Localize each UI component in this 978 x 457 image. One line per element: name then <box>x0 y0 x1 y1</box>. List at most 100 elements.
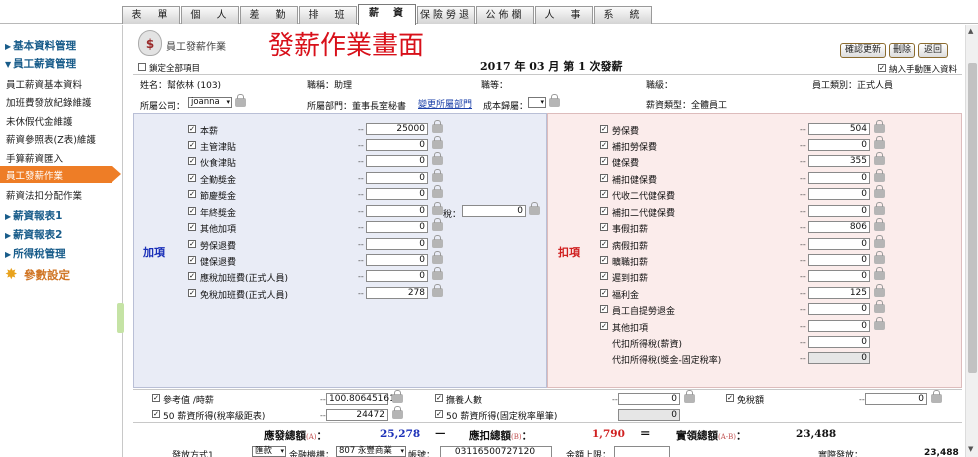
tab-insurance[interactable]: 保險勞退 <box>417 6 475 24</box>
lock-icon[interactable] <box>432 235 443 248</box>
add-item-checkbox[interactable]: ✓ <box>188 157 196 165</box>
add-item-checkbox[interactable]: ✓ <box>188 272 196 280</box>
lock-icon[interactable] <box>874 251 885 264</box>
lock-icon[interactable] <box>874 202 885 215</box>
add-item-input[interactable]: 25000 <box>366 123 428 135</box>
ded-item-checkbox[interactable]: ✓ <box>600 256 608 264</box>
lock-icon[interactable] <box>874 152 885 165</box>
lock-icon[interactable] <box>432 120 443 133</box>
company-select[interactable]: joanna <box>188 97 232 108</box>
sidebar-item-params[interactable]: 參數設定 <box>24 267 70 283</box>
ded-item-input[interactable]: 355 <box>808 155 870 167</box>
sidebar-item-overtime[interactable]: 加班費發放紀錄維護 <box>6 95 92 109</box>
ded-item-input[interactable]: 0 <box>808 205 870 217</box>
lock-icon[interactable] <box>392 390 403 403</box>
ded-item-input[interactable]: 0 <box>808 254 870 266</box>
scroll-up-icon[interactable]: ▲ <box>968 27 973 35</box>
year-end-tax-input[interactable]: 0 <box>462 205 526 217</box>
add-item-checkbox[interactable]: ✓ <box>188 207 196 215</box>
add-item-input[interactable]: 0 <box>366 205 428 217</box>
lock-icon[interactable] <box>549 94 560 107</box>
back-button[interactable]: 返回 <box>918 43 948 58</box>
lock-icon[interactable] <box>931 390 942 403</box>
lock-icon[interactable] <box>874 136 885 149</box>
lock-icon[interactable] <box>684 390 695 403</box>
lock-icon[interactable] <box>874 185 885 198</box>
sidebar-collapse-handle[interactable] <box>117 303 124 333</box>
sidebar-item-z-table[interactable]: 薪資參照表(Z表)維護 <box>6 132 96 146</box>
ded-item-checkbox[interactable]: ✓ <box>600 272 608 280</box>
ded-item-input[interactable]: 0 <box>808 303 870 315</box>
ded-item-input[interactable]: 0 <box>808 188 870 200</box>
taxable-income-checkbox[interactable]: ✓ <box>152 410 160 418</box>
ded-item-input[interactable]: 504 <box>808 123 870 135</box>
fixed-rate-checkbox[interactable]: ✓ <box>435 410 443 418</box>
ded-item-input[interactable]: 0 <box>808 139 870 151</box>
ded-item-checkbox[interactable]: ✓ <box>600 305 608 313</box>
dependents-checkbox[interactable]: ✓ <box>435 394 443 402</box>
lock-icon[interactable] <box>874 284 885 297</box>
add-item-input[interactable]: 278 <box>366 287 428 299</box>
ded-item-checkbox[interactable]: ✓ <box>600 174 608 182</box>
sidebar-group-tax[interactable]: ▶ 所得稅管理 <box>5 246 66 261</box>
lock-icon[interactable] <box>874 218 885 231</box>
ded-item-checkbox[interactable]: ✓ <box>600 141 608 149</box>
reference-rate-input[interactable]: 100.806451612 <box>326 393 401 405</box>
sidebar-item-leave-pay[interactable]: 未休假代金維護 <box>6 114 73 128</box>
withholding-salary-input[interactable]: 0 <box>808 336 870 348</box>
ded-item-checkbox[interactable]: ✓ <box>600 125 608 133</box>
add-item-input[interactable]: 0 <box>366 139 428 151</box>
pay-method-select[interactable]: 匯款 <box>252 446 286 457</box>
sidebar-item-base-data[interactable]: 員工薪資基本資料 <box>6 77 82 91</box>
add-item-checkbox[interactable]: ✓ <box>188 256 196 264</box>
ded-item-checkbox[interactable]: ✓ <box>600 190 608 198</box>
add-item-checkbox[interactable]: ✓ <box>188 289 196 297</box>
add-item-input[interactable]: 0 <box>366 172 428 184</box>
tab-shifts[interactable]: 排 班 <box>299 6 357 24</box>
taxable-income-input[interactable]: 24472 <box>326 409 388 421</box>
ded-item-checkbox[interactable]: ✓ <box>600 157 608 165</box>
add-item-checkbox[interactable]: ✓ <box>188 240 196 248</box>
exemption-input[interactable]: 0 <box>865 393 927 405</box>
lock-icon[interactable] <box>432 251 443 264</box>
vertical-scrollbar[interactable]: ▲ ▼ <box>965 25 978 457</box>
lock-icon[interactable] <box>432 267 443 280</box>
lock-icon[interactable] <box>874 300 885 313</box>
tab-personal[interactable]: 個 人 <box>181 6 239 24</box>
sidebar-group-basic[interactable]: ▶ 基本資料管理 <box>5 38 76 53</box>
ded-item-input[interactable]: 0 <box>808 270 870 282</box>
bank-select[interactable]: 807 永豐商業 <box>336 446 406 457</box>
lock-icon[interactable] <box>432 218 443 231</box>
ded-item-input[interactable]: 0 <box>808 172 870 184</box>
lock-icon[interactable] <box>874 169 885 182</box>
ded-item-checkbox[interactable]: ✓ <box>600 240 608 248</box>
ded-item-input[interactable]: 0 <box>808 320 870 332</box>
lock-icon[interactable] <box>874 267 885 280</box>
add-item-checkbox[interactable]: ✓ <box>188 190 196 198</box>
lock-icon[interactable] <box>874 120 885 133</box>
add-item-checkbox[interactable]: ✓ <box>188 141 196 149</box>
tab-system[interactable]: 系 統 <box>594 6 652 24</box>
tab-forms[interactable]: 表 單 <box>122 6 180 24</box>
add-item-input[interactable]: 0 <box>366 155 428 167</box>
lock-icon[interactable] <box>432 152 443 165</box>
tab-bulletin[interactable]: 公佈欄 <box>476 6 534 24</box>
ded-item-input[interactable]: 0 <box>808 238 870 250</box>
add-item-checkbox[interactable]: ✓ <box>188 125 196 133</box>
lock-icon[interactable] <box>432 202 443 215</box>
lock-icon[interactable] <box>392 406 403 419</box>
include-manual-checkbox[interactable]: ✓ <box>878 64 886 72</box>
change-department-link[interactable]: 變更所屬部門 <box>418 97 472 110</box>
tab-salary[interactable]: 薪 資 <box>358 4 416 25</box>
ded-item-checkbox[interactable]: ✓ <box>600 223 608 231</box>
add-item-input[interactable]: 0 <box>366 254 428 266</box>
lock-icon[interactable] <box>529 202 540 215</box>
ded-item-input[interactable]: 806 <box>808 221 870 233</box>
ded-item-checkbox[interactable]: ✓ <box>600 207 608 215</box>
lock-icon[interactable] <box>874 235 885 248</box>
cost-select[interactable] <box>528 97 546 108</box>
reference-rate-checkbox[interactable]: ✓ <box>152 394 160 402</box>
add-item-input[interactable]: 0 <box>366 270 428 282</box>
ded-item-checkbox[interactable]: ✓ <box>600 322 608 330</box>
sidebar-group-salary[interactable]: ▼ 員工薪資管理 <box>5 56 76 71</box>
